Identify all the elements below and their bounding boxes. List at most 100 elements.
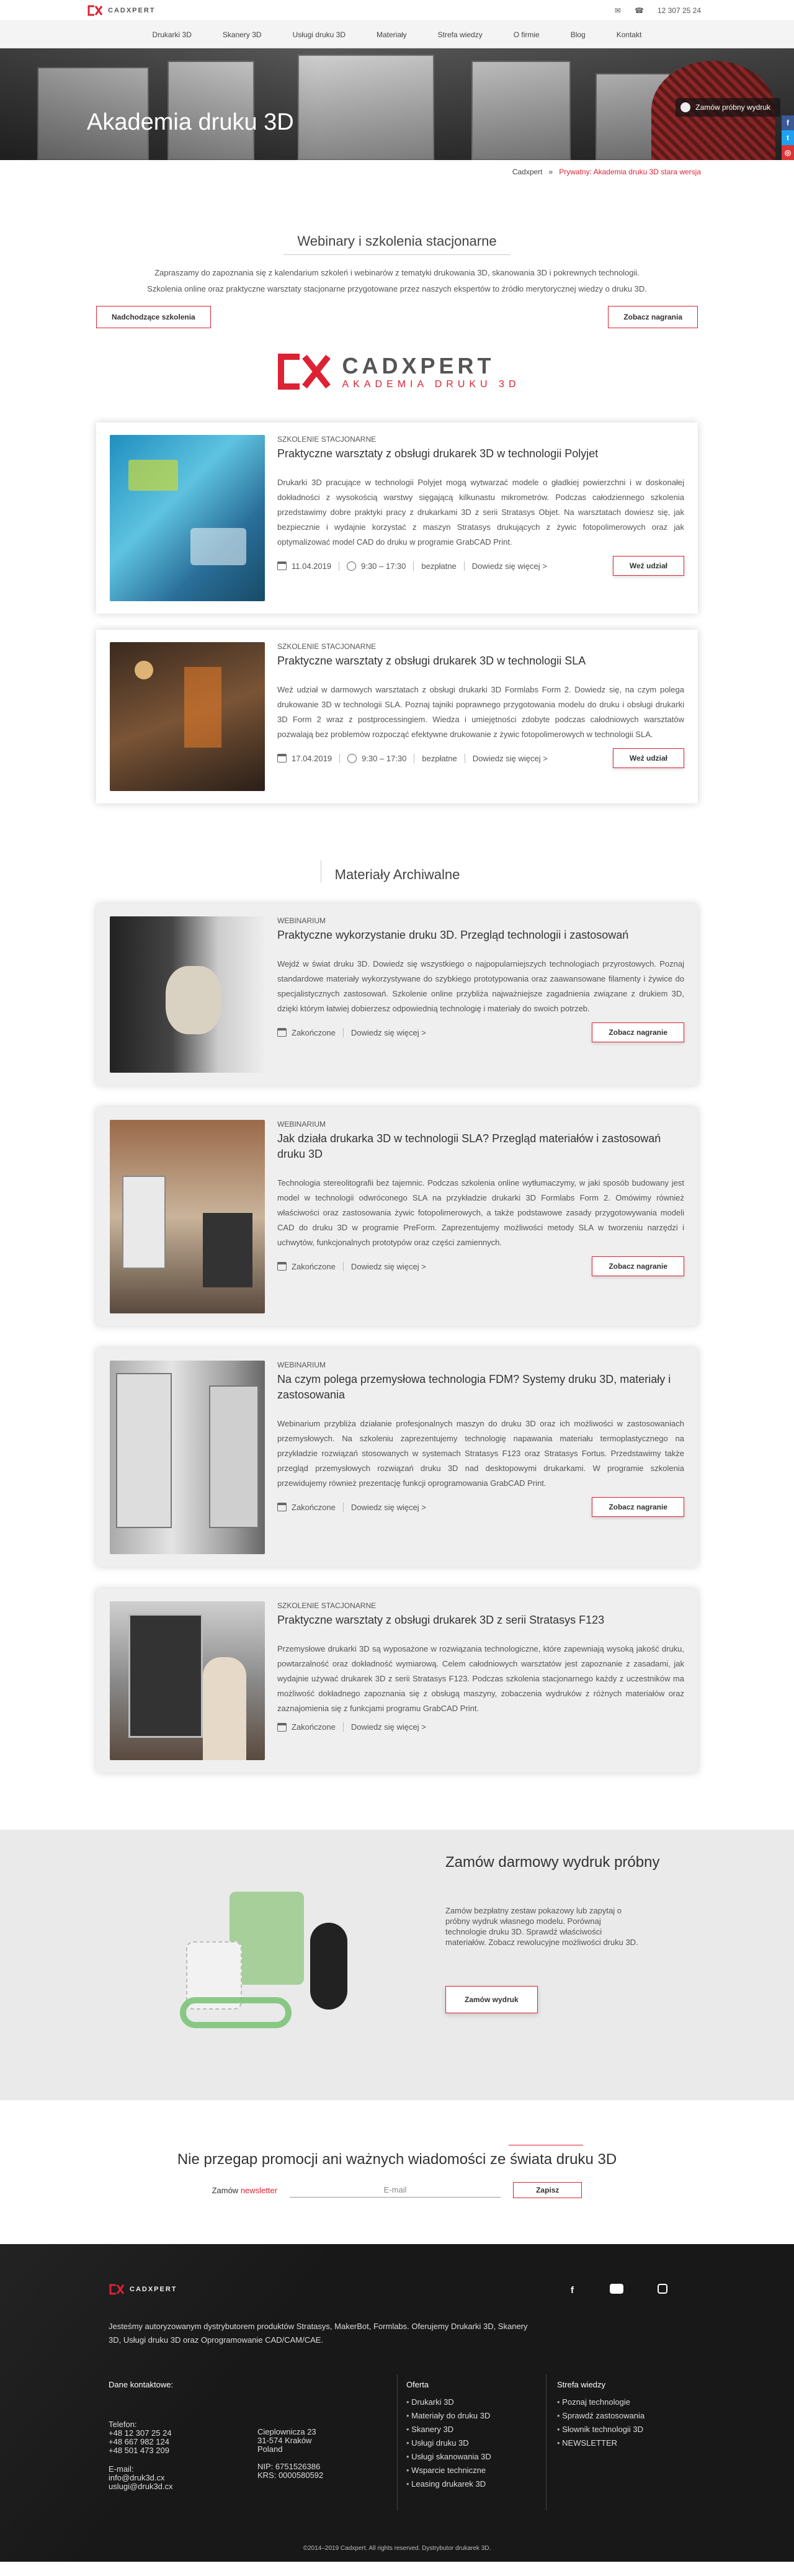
nav-item-drukarki[interactable]: Drukarki 3D xyxy=(137,30,207,39)
training-time: 9:30 – 17:30 xyxy=(362,753,407,763)
phone-number[interactable]: +48 12 307 25 24 xyxy=(109,2429,173,2438)
main-nav: Drukarki 3D Skanery 3D Usługi druku 3D M… xyxy=(0,21,794,48)
promo-title: Zamów darmowy wydruk próbny xyxy=(445,1854,660,1871)
email-input[interactable]: E-mail xyxy=(290,2183,501,2198)
archive-status: Zakończone xyxy=(292,1502,336,1512)
training-date: 11.04.2019 xyxy=(292,561,332,571)
intro-line: Zapraszamy do zapoznania się z kalendari… xyxy=(154,268,640,277)
calendar-icon xyxy=(277,754,287,763)
order-sample-button[interactable]: Zamów próbny wydruk xyxy=(676,98,780,117)
training-date: 17.04.2019 xyxy=(292,753,332,763)
knowledge-link[interactable]: Poznaj technologie xyxy=(557,2395,645,2409)
footer-description: Jesteśmy autoryzowanym dystrybutorem pro… xyxy=(109,2322,528,2345)
archive-title[interactable]: Praktyczne warsztaty z obsługi drukarek … xyxy=(277,1612,684,1628)
see-recording-button[interactable]: Zobacz nagranie xyxy=(592,1497,684,1517)
see-recording-button[interactable]: Zobacz nagranie xyxy=(592,1022,684,1042)
section-title-archive: Materiały Archiwalne xyxy=(0,861,794,883)
offer-link[interactable]: Drukarki 3D xyxy=(406,2395,491,2409)
learn-more-link[interactable]: Dowiedz się więcej > xyxy=(351,1722,426,1732)
order-print-button[interactable]: Zamów wydruk xyxy=(445,1986,538,2013)
cadxpert-logo-icon xyxy=(109,2284,125,2295)
archive-description: Wejdź w świat druku 3D. Dowiedz się wszy… xyxy=(277,959,684,1013)
nav-item-uslugi[interactable]: Usługi druku 3D xyxy=(277,30,361,39)
phone-number[interactable]: +48 667 982 124 xyxy=(109,2438,173,2446)
offer-link[interactable]: Materiały do druku 3D xyxy=(406,2409,491,2423)
training-type: SZKOLENIE STACJONARNE xyxy=(277,435,377,444)
phone-number[interactable]: +48 501 473 209 xyxy=(109,2446,173,2455)
training-image xyxy=(110,642,265,791)
learn-more-link[interactable]: Dowiedz się więcej > xyxy=(473,754,548,763)
archive-status: Zakończone xyxy=(292,1261,336,1271)
knowledge-link[interactable]: Słownik technologii 3D xyxy=(557,2423,645,2436)
newsletter-label: Zamów xyxy=(212,2185,239,2195)
archive-image xyxy=(110,1601,265,1760)
twitter-icon[interactable]: t xyxy=(782,130,794,145)
training-card: SZKOLENIE STACJONARNE Praktyczne warszta… xyxy=(96,630,698,803)
learn-more-link[interactable]: Dowiedz się więcej > xyxy=(351,1262,426,1271)
printer-icon xyxy=(680,102,691,112)
newsletter-section: Nie przegap promocji ani ważnych wiadomo… xyxy=(0,2100,794,2244)
intro-line: Szkolenia online oraz praktyczne warszta… xyxy=(147,284,647,293)
training-title[interactable]: Praktyczne warsztaty z obsługi drukarek … xyxy=(277,653,684,669)
subscribe-button[interactable]: Zapisz xyxy=(513,2182,582,2198)
archive-image xyxy=(110,916,265,1073)
order-sample-label: Zamów próbny wydruk xyxy=(695,103,770,112)
facebook-icon[interactable]: f xyxy=(571,2285,574,2296)
archive-card: WEBINARIUM Na czym polega przemysłowa te… xyxy=(96,1348,698,1567)
training-title[interactable]: Praktyczne warsztaty z obsługi drukarek … xyxy=(277,446,684,462)
breadcrumb-home[interactable]: Cadxpert xyxy=(512,168,543,176)
see-recording-button[interactable]: Zobacz nagranie xyxy=(592,1256,684,1276)
learn-more-link[interactable]: Dowiedz się więcej > xyxy=(351,1028,426,1037)
training-description: Weź udział w darmowych warsztatach z obs… xyxy=(277,685,684,739)
offer-link[interactable]: Leasing drukarek 3D xyxy=(406,2477,491,2491)
footer-offer: Oferta Drukarki 3D Materiały do druku 3D… xyxy=(406,2381,491,2491)
email-link[interactable]: info@druk3d.cx xyxy=(109,2474,173,2482)
brand-name: CADXPERT xyxy=(342,353,495,378)
offer-link[interactable]: Wsparcie techniczne xyxy=(406,2464,491,2477)
instagram-icon[interactable]: ◎ xyxy=(782,145,794,160)
archive-title[interactable]: Praktyczne wykorzystanie druku 3D. Przeg… xyxy=(277,928,684,943)
phone-number[interactable]: 12 307 25 24 xyxy=(658,6,701,15)
nav-item-materialy[interactable]: Materiały xyxy=(361,30,422,39)
learn-more-link[interactable]: Dowiedz się więcej > xyxy=(472,561,547,571)
archive-card: SZKOLENIE STACJONARNE Praktyczne warszta… xyxy=(96,1589,698,1773)
join-button[interactable]: Weź udział xyxy=(612,556,684,576)
join-button[interactable]: Weź udział xyxy=(612,748,684,768)
knowledge-link[interactable]: Sprawdź zastosowania xyxy=(557,2409,645,2423)
brand-subtitle: AKADEMIA DRUKU 3D xyxy=(342,379,520,390)
company-id: NIP: 6751526386 xyxy=(257,2462,321,2471)
facebook-icon[interactable]: f xyxy=(782,115,794,130)
offer-link[interactable]: Usługi druku 3D xyxy=(406,2436,491,2450)
nav-item-skanery[interactable]: Skanery 3D xyxy=(207,30,277,39)
offer-link[interactable]: Usługi skanowania 3D xyxy=(406,2450,491,2464)
archive-type: WEBINARIUM xyxy=(277,916,326,925)
email-link[interactable]: uslugi@druk3d.cx xyxy=(109,2482,173,2491)
copyright: ©2014–2019 Cadxpert. All rights reserved… xyxy=(303,2545,491,2552)
upcoming-trainings-button[interactable]: Nadchodzące szkolenia xyxy=(96,306,211,328)
nav-item-o-firmie[interactable]: O firmie xyxy=(498,30,555,39)
training-description: Drukarki 3D pracujące w technologii Poly… xyxy=(277,478,684,547)
nav-item-blog[interactable]: Blog xyxy=(555,30,601,39)
training-type: SZKOLENIE STACJONARNE xyxy=(277,642,377,651)
logo[interactable]: CADXPERT xyxy=(87,5,156,16)
learn-more-link[interactable]: Dowiedz się więcej > xyxy=(351,1503,426,1512)
archive-type: WEBINARIUM xyxy=(277,1361,326,1369)
knowledge-link[interactable]: NEWSLETTER xyxy=(557,2436,645,2450)
archive-title[interactable]: Jak działa drukarka 3D w technologii SLA… xyxy=(277,1131,684,1162)
archive-image xyxy=(110,1120,265,1313)
nav-item-strefa-wiedzy[interactable]: Strefa wiedzy xyxy=(422,30,498,39)
footer-logo[interactable]: CADXPERT xyxy=(109,2284,177,2295)
academy-logo: CADXPERT AKADEMIA DRUKU 3D xyxy=(0,353,794,390)
instagram-icon[interactable] xyxy=(658,2284,667,2294)
breadcrumb-separator: » xyxy=(548,168,553,176)
promo-text: Zamów bezpłatny zestaw pokazowy lub zapy… xyxy=(445,1906,638,1947)
logo-text: CADXPERT xyxy=(130,2286,177,2293)
mail-icon[interactable]: ✉ xyxy=(615,6,621,15)
see-recordings-button[interactable]: Zobacz nagrania xyxy=(608,306,698,328)
nav-item-kontakt[interactable]: Kontakt xyxy=(601,30,658,39)
archive-title[interactable]: Na czym polega przemysłowa technologia F… xyxy=(277,1372,684,1403)
calendar-icon xyxy=(277,1262,287,1271)
youtube-icon[interactable] xyxy=(610,2284,623,2294)
calendar-icon xyxy=(277,561,287,570)
offer-link[interactable]: Skanery 3D xyxy=(406,2423,491,2436)
